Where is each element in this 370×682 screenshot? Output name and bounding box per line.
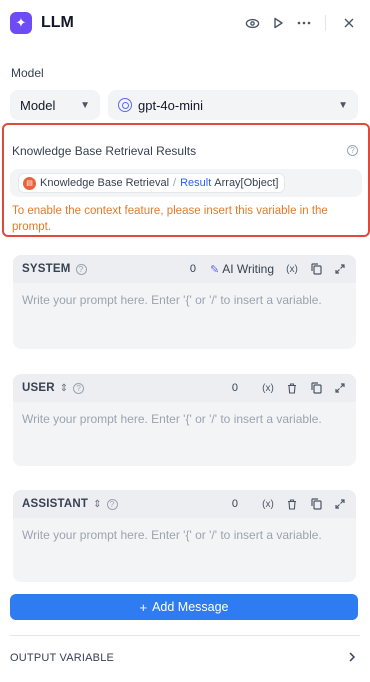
prompt-header: ASSISTANT ⇕ ? 0 (x) <box>13 490 356 518</box>
panel-title: LLM <box>41 14 74 31</box>
copy-icon[interactable] <box>308 261 324 277</box>
openai-icon <box>118 98 132 112</box>
plus-icon: + <box>139 599 148 615</box>
variable-separator: / <box>173 177 177 189</box>
ai-writing-label: AI Writing <box>222 262 274 276</box>
expand-icon[interactable] <box>332 261 348 277</box>
model-select-value: gpt-4o-mini <box>138 97 204 113</box>
model-select[interactable]: gpt-4o-mini ▼ <box>108 90 358 120</box>
help-icon[interactable]: ? <box>106 498 118 510</box>
delete-icon[interactable] <box>284 496 300 512</box>
insert-variable-icon[interactable]: (x) <box>260 380 276 396</box>
insert-variable-icon[interactable]: (x) <box>284 261 300 277</box>
prompt-assistant: ASSISTANT ⇕ ? 0 (x) Write your prompt he… <box>13 490 356 582</box>
model-row: Model ▼ gpt-4o-mini ▼ <box>10 90 358 120</box>
output-variable-label: OUTPUT VARIABLE <box>10 652 115 664</box>
run-icon[interactable] <box>267 12 289 34</box>
close-icon[interactable] <box>338 12 360 34</box>
section-divider <box>10 635 360 636</box>
header-actions <box>237 12 360 34</box>
context-title: Knowledge Base Retrieval Results <box>12 144 197 158</box>
prompt-header: SYSTEM ? 0 ✎ AI Writing (x) <box>13 255 356 283</box>
header-divider <box>325 15 326 31</box>
prompt-editor[interactable]: Write your prompt here. Enter '{' or '/'… <box>13 518 356 552</box>
prompt-user: USER ⇕ ? 0 (x) Write your prompt here. E… <box>13 374 356 466</box>
context-section: Knowledge Base Retrieval Results ? ▤ Kno… <box>2 123 370 237</box>
copy-icon[interactable] <box>308 380 324 396</box>
variable-name: Result <box>180 177 212 189</box>
prompt-system: SYSTEM ? 0 ✎ AI Writing (x) Write your p… <box>13 255 356 349</box>
chevron-right-icon <box>348 651 356 665</box>
prompt-role: ASSISTANT <box>22 498 89 510</box>
token-count: 0 <box>231 498 238 510</box>
provider-select[interactable]: Model ▼ <box>10 90 100 120</box>
panel-header: ✦ LLM <box>0 0 370 46</box>
llm-node-icon: ✦ <box>10 12 32 34</box>
expand-icon[interactable] <box>332 380 348 396</box>
token-count: 0 <box>231 382 238 394</box>
more-icon[interactable] <box>293 12 315 34</box>
insert-variable-icon[interactable]: (x) <box>260 496 276 512</box>
variable-type: Array[Object] <box>214 177 279 189</box>
delete-icon[interactable] <box>284 380 300 396</box>
chevron-down-icon: ▼ <box>338 99 348 111</box>
prompt-tools: 0 ✎ AI Writing (x) <box>190 261 348 277</box>
help-icon[interactable]: ? <box>75 263 87 275</box>
prompt-editor[interactable]: Write your prompt here. Enter '{' or '/'… <box>13 283 356 317</box>
chevron-down-icon: ▼ <box>80 99 90 111</box>
role-switch-icon[interactable]: ⇕ <box>60 383 68 394</box>
prompt-role: USER <box>22 382 55 394</box>
model-section-label: Model <box>11 66 44 80</box>
ai-writing-button[interactable]: ✎ AI Writing <box>210 262 274 276</box>
add-message-button[interactable]: + Add Message <box>10 594 358 620</box>
prompt-tools: 0 (x) <box>232 496 348 512</box>
prompt-role: SYSTEM <box>22 263 71 275</box>
help-icon[interactable]: ? <box>73 382 85 394</box>
copy-icon[interactable] <box>308 496 324 512</box>
variable-node-name: Knowledge Base Retrieval <box>40 177 170 189</box>
expand-icon[interactable] <box>332 496 348 512</box>
knowledge-base-icon: ▤ <box>23 176 36 190</box>
help-icon[interactable]: ? <box>347 145 358 156</box>
ai-writing-icon: ✎ <box>209 263 220 276</box>
token-count: 0 <box>189 263 196 275</box>
add-message-label: Add Message <box>152 600 229 614</box>
prompt-tools: 0 (x) <box>232 380 348 396</box>
view-icon[interactable] <box>241 12 263 34</box>
context-warning: To enable the context feature, please in… <box>12 205 328 233</box>
prompt-editor[interactable]: Write your prompt here. Enter '{' or '/'… <box>13 402 356 436</box>
output-variable-row[interactable]: OUTPUT VARIABLE <box>10 650 356 666</box>
context-variable-field[interactable]: ▤ Knowledge Base Retrieval / Result Arra… <box>10 169 362 197</box>
provider-select-value: Model <box>20 97 56 113</box>
prompt-header: USER ⇕ ? 0 (x) <box>13 374 356 402</box>
role-switch-icon[interactable]: ⇕ <box>93 499 101 510</box>
variable-chip[interactable]: ▤ Knowledge Base Retrieval / Result Arra… <box>18 173 286 193</box>
